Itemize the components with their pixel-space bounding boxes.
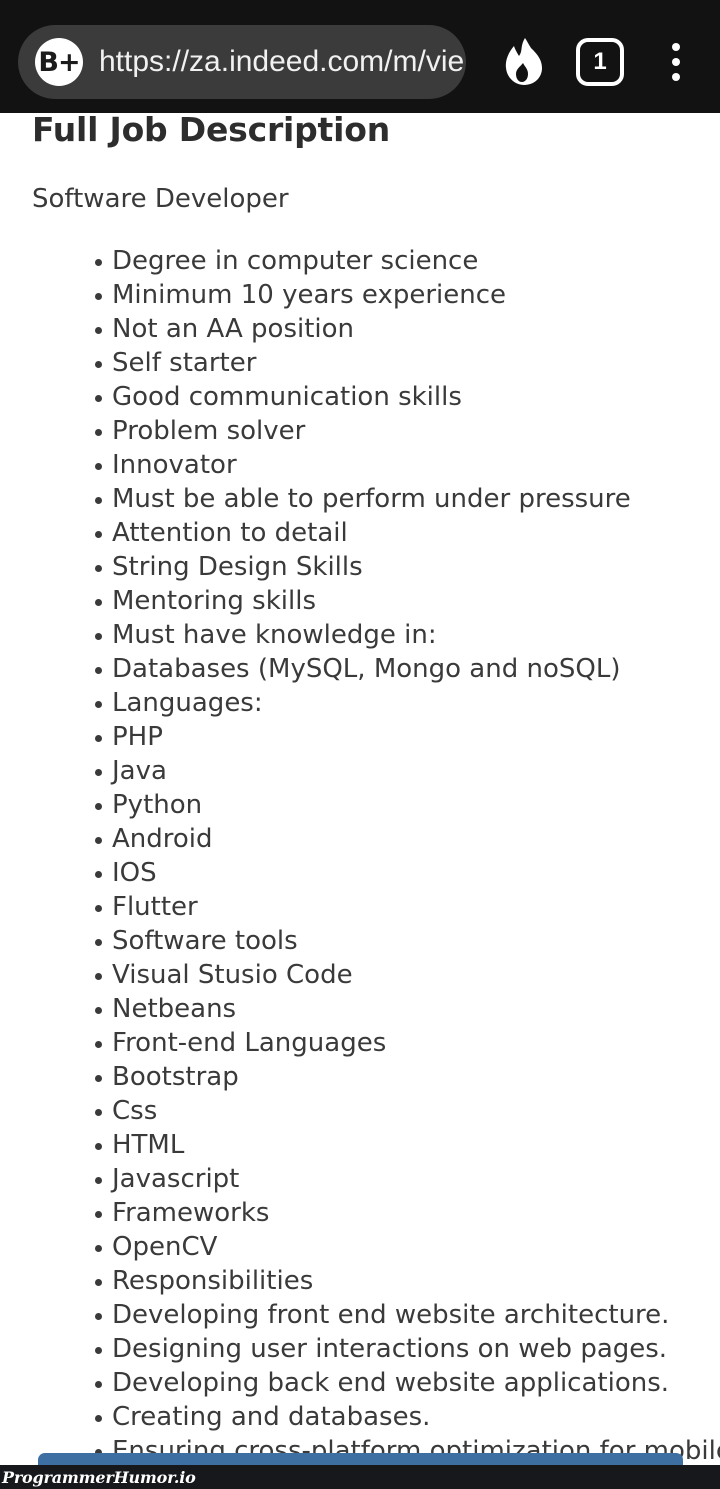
list-item: Css [32,1094,692,1128]
list-item: Bootstrap [32,1060,692,1094]
list-item: Minimum 10 years experience [32,278,692,312]
list-item: PHP [32,720,692,754]
list-item: Python [32,788,692,822]
list-item: Innovator [32,448,692,482]
menu-dot [672,73,680,81]
list-item: Mentoring skills [32,584,692,618]
list-item: Self starter [32,346,692,380]
tab-count-label: 1 [576,38,624,86]
tab-counter-button[interactable]: 1 [572,34,628,90]
list-item: Databases (MySQL, Mongo and noSQL) [32,652,692,686]
watermark-text: ProgrammerHumor.io [2,1467,196,1487]
list-item: Netbeans [32,992,692,1026]
list-item: Java [32,754,692,788]
list-item: Designing user interactions on web pages… [32,1332,692,1366]
list-item: Good communication skills [32,380,692,414]
list-item: Not an AA position [32,312,692,346]
brave-rewards-icon[interactable]: B+ [35,38,83,86]
list-item: Attention to detail [32,516,692,550]
page-title: Full Job Description [32,110,391,149]
list-item: Creating and databases. [32,1400,692,1434]
overflow-menu-button[interactable] [652,34,700,90]
address-bar[interactable]: B+ https://za.indeed.com/m/vie [18,25,466,99]
list-item: String Design Skills [32,550,692,584]
list-item: Responsibilities [32,1264,692,1298]
flame-icon [505,38,542,85]
url-text[interactable]: https://za.indeed.com/m/vie [99,45,466,79]
menu-dot [672,43,680,51]
list-item: Problem solver [32,414,692,448]
list-item: Flutter [32,890,692,924]
list-item: Frameworks [32,1196,692,1230]
menu-dot [672,58,680,66]
list-item: Developing front end website architectur… [32,1298,692,1332]
list-item: Android [32,822,692,856]
list-item: Front-end Languages [32,1026,692,1060]
list-item: Software tools [32,924,692,958]
job-title: Software Developer [32,184,289,214]
bottom-accent-bar [38,1453,683,1465]
list-item: Languages: [32,686,692,720]
requirements-list: Degree in computer science Minimum 10 yea… [32,244,720,1468]
list-item: Degree in computer science [32,244,692,278]
list-item: Must be able to perform under pressure [32,482,692,516]
job-description-page: Full Job Description Software Developer … [0,0,720,1489]
list-item: Visual Stusio Code [32,958,692,992]
three-dot-menu-icon [672,43,680,81]
list-item: OpenCV [32,1230,692,1264]
list-item: Developing back end website applications… [32,1366,692,1400]
list-item: IOS [32,856,692,890]
brave-shield-button[interactable] [492,32,554,92]
list-item: Javascript [32,1162,692,1196]
list-item: Must have knowledge in: [32,618,692,652]
watermark-band: ProgrammerHumor.io [0,1465,720,1489]
browser-toolbar: B+ https://za.indeed.com/m/vie 1 [0,0,720,113]
list-item: HTML [32,1128,692,1162]
